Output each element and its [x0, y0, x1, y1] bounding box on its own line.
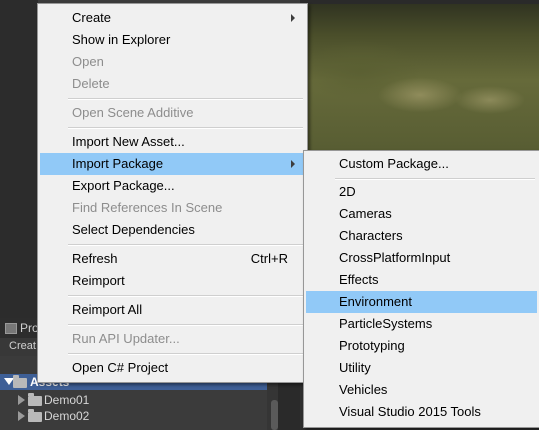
submenu-item-prototyping[interactable]: Prototyping	[306, 335, 537, 357]
menu-item-label: ParticleSystems	[339, 316, 433, 331]
menu-item-label: Open Scene Additive	[72, 105, 194, 120]
editor-left-panel	[0, 0, 38, 318]
menu-item-select-dependencies[interactable]: Select Dependencies	[40, 219, 305, 241]
menu-item-find-references[interactable]: Find References In Scene	[40, 197, 305, 219]
menu-item-label: Custom Package...	[339, 156, 449, 171]
menu-item-shortcut: Ctrl+R	[250, 251, 288, 266]
menu-item-label: Effects	[339, 272, 379, 287]
menu-item-label: Show in Explorer	[72, 32, 171, 47]
folder-icon	[28, 409, 42, 422]
submenu-arrow-icon	[291, 14, 295, 22]
folder-icon	[28, 393, 42, 406]
submenu-arrow-icon	[291, 160, 295, 168]
submenu-item-effects[interactable]: Effects	[306, 269, 537, 291]
menu-item-open-scene-additive[interactable]: Open Scene Additive	[40, 102, 305, 124]
menu-item-label: Run API Updater...	[72, 331, 180, 346]
submenu-item-utility[interactable]: Utility	[306, 357, 537, 379]
project-tab-label: Pro	[20, 321, 39, 335]
menu-item-delete[interactable]: Delete	[40, 73, 305, 95]
submenu-item-crossplatforminput[interactable]: CrossPlatformInput	[306, 247, 537, 269]
menu-item-label: Create	[72, 10, 112, 25]
menu-item-label: Reimport All	[72, 302, 143, 317]
menu-item-label: Open	[72, 54, 104, 69]
collapse-arrow-icon[interactable]	[18, 395, 25, 405]
menu-item-label: Reimport	[72, 273, 125, 288]
menu-item-label: Find References In Scene	[72, 200, 223, 215]
tree-item-demo02[interactable]: Demo02	[0, 408, 267, 424]
menu-item-label: Export Package...	[72, 178, 175, 193]
submenu-item-environment[interactable]: Environment	[306, 291, 537, 313]
menu-item-label: Cameras	[339, 206, 392, 221]
collapse-arrow-icon[interactable]	[18, 411, 25, 421]
menu-item-import-new-asset[interactable]: Import New Asset...	[40, 131, 305, 153]
submenu-item-particlesystems[interactable]: ParticleSystems	[306, 313, 537, 335]
menu-item-import-package[interactable]: Import Package	[40, 153, 305, 175]
menu-item-label: CrossPlatformInput	[339, 250, 451, 265]
submenu-item-custom-package[interactable]: Custom Package...	[306, 153, 537, 175]
project-tab-icon	[5, 323, 17, 334]
menu-separator	[68, 353, 303, 355]
submenu-item-visual-studio-tools[interactable]: Visual Studio 2015 Tools	[306, 401, 537, 423]
scene-view-toolbar	[300, 0, 539, 4]
menu-item-label: Environment	[339, 294, 412, 309]
menu-item-refresh[interactable]: Refresh Ctrl+R	[40, 248, 305, 270]
menu-item-label: Characters	[339, 228, 403, 243]
menu-item-label: Delete	[72, 76, 110, 91]
menu-item-label: Visual Studio 2015 Tools	[339, 404, 481, 419]
tree-item-label: Demo02	[44, 409, 90, 423]
scrollbar-thumb[interactable]	[271, 400, 278, 430]
menu-item-create[interactable]: Create	[40, 7, 305, 29]
menu-item-label: Vehicles	[339, 382, 388, 397]
menu-item-run-api-updater[interactable]: Run API Updater...	[40, 328, 305, 350]
menu-item-label: Select Dependencies	[72, 222, 195, 237]
menu-item-label: Refresh	[72, 251, 118, 266]
menu-item-reimport-all[interactable]: Reimport All	[40, 299, 305, 321]
menu-item-label: Utility	[339, 360, 371, 375]
submenu-item-2d[interactable]: 2D	[306, 181, 537, 203]
menu-item-label: Prototyping	[339, 338, 405, 353]
import-package-submenu: Custom Package... 2D Cameras Characters …	[303, 150, 539, 428]
submenu-item-characters[interactable]: Characters	[306, 225, 537, 247]
menu-item-show-in-explorer[interactable]: Show in Explorer	[40, 29, 305, 51]
menu-item-label: 2D	[339, 184, 356, 199]
submenu-item-cameras[interactable]: Cameras	[306, 203, 537, 225]
menu-item-label: Import Package	[72, 156, 164, 171]
menu-separator	[68, 295, 303, 297]
menu-separator	[68, 244, 303, 246]
menu-separator	[68, 324, 303, 326]
create-dropdown-label: Creat	[9, 340, 36, 352]
menu-item-label: Import New Asset...	[72, 134, 185, 149]
menu-item-export-package[interactable]: Export Package...	[40, 175, 305, 197]
menu-separator	[68, 127, 303, 129]
menu-item-label: Open C# Project	[72, 360, 169, 375]
menu-separator	[68, 98, 303, 100]
menu-item-open-csharp-project[interactable]: Open C# Project	[40, 357, 305, 379]
assets-context-menu: Create Show in Explorer Open Delete Open…	[37, 3, 308, 383]
menu-item-open[interactable]: Open	[40, 51, 305, 73]
submenu-item-vehicles[interactable]: Vehicles	[306, 379, 537, 401]
menu-item-reimport[interactable]: Reimport	[40, 270, 305, 292]
folder-icon	[13, 375, 27, 388]
tree-item-label: Demo01	[44, 393, 90, 407]
menu-separator	[335, 178, 535, 180]
tree-item-demo01[interactable]: Demo01	[0, 392, 267, 408]
